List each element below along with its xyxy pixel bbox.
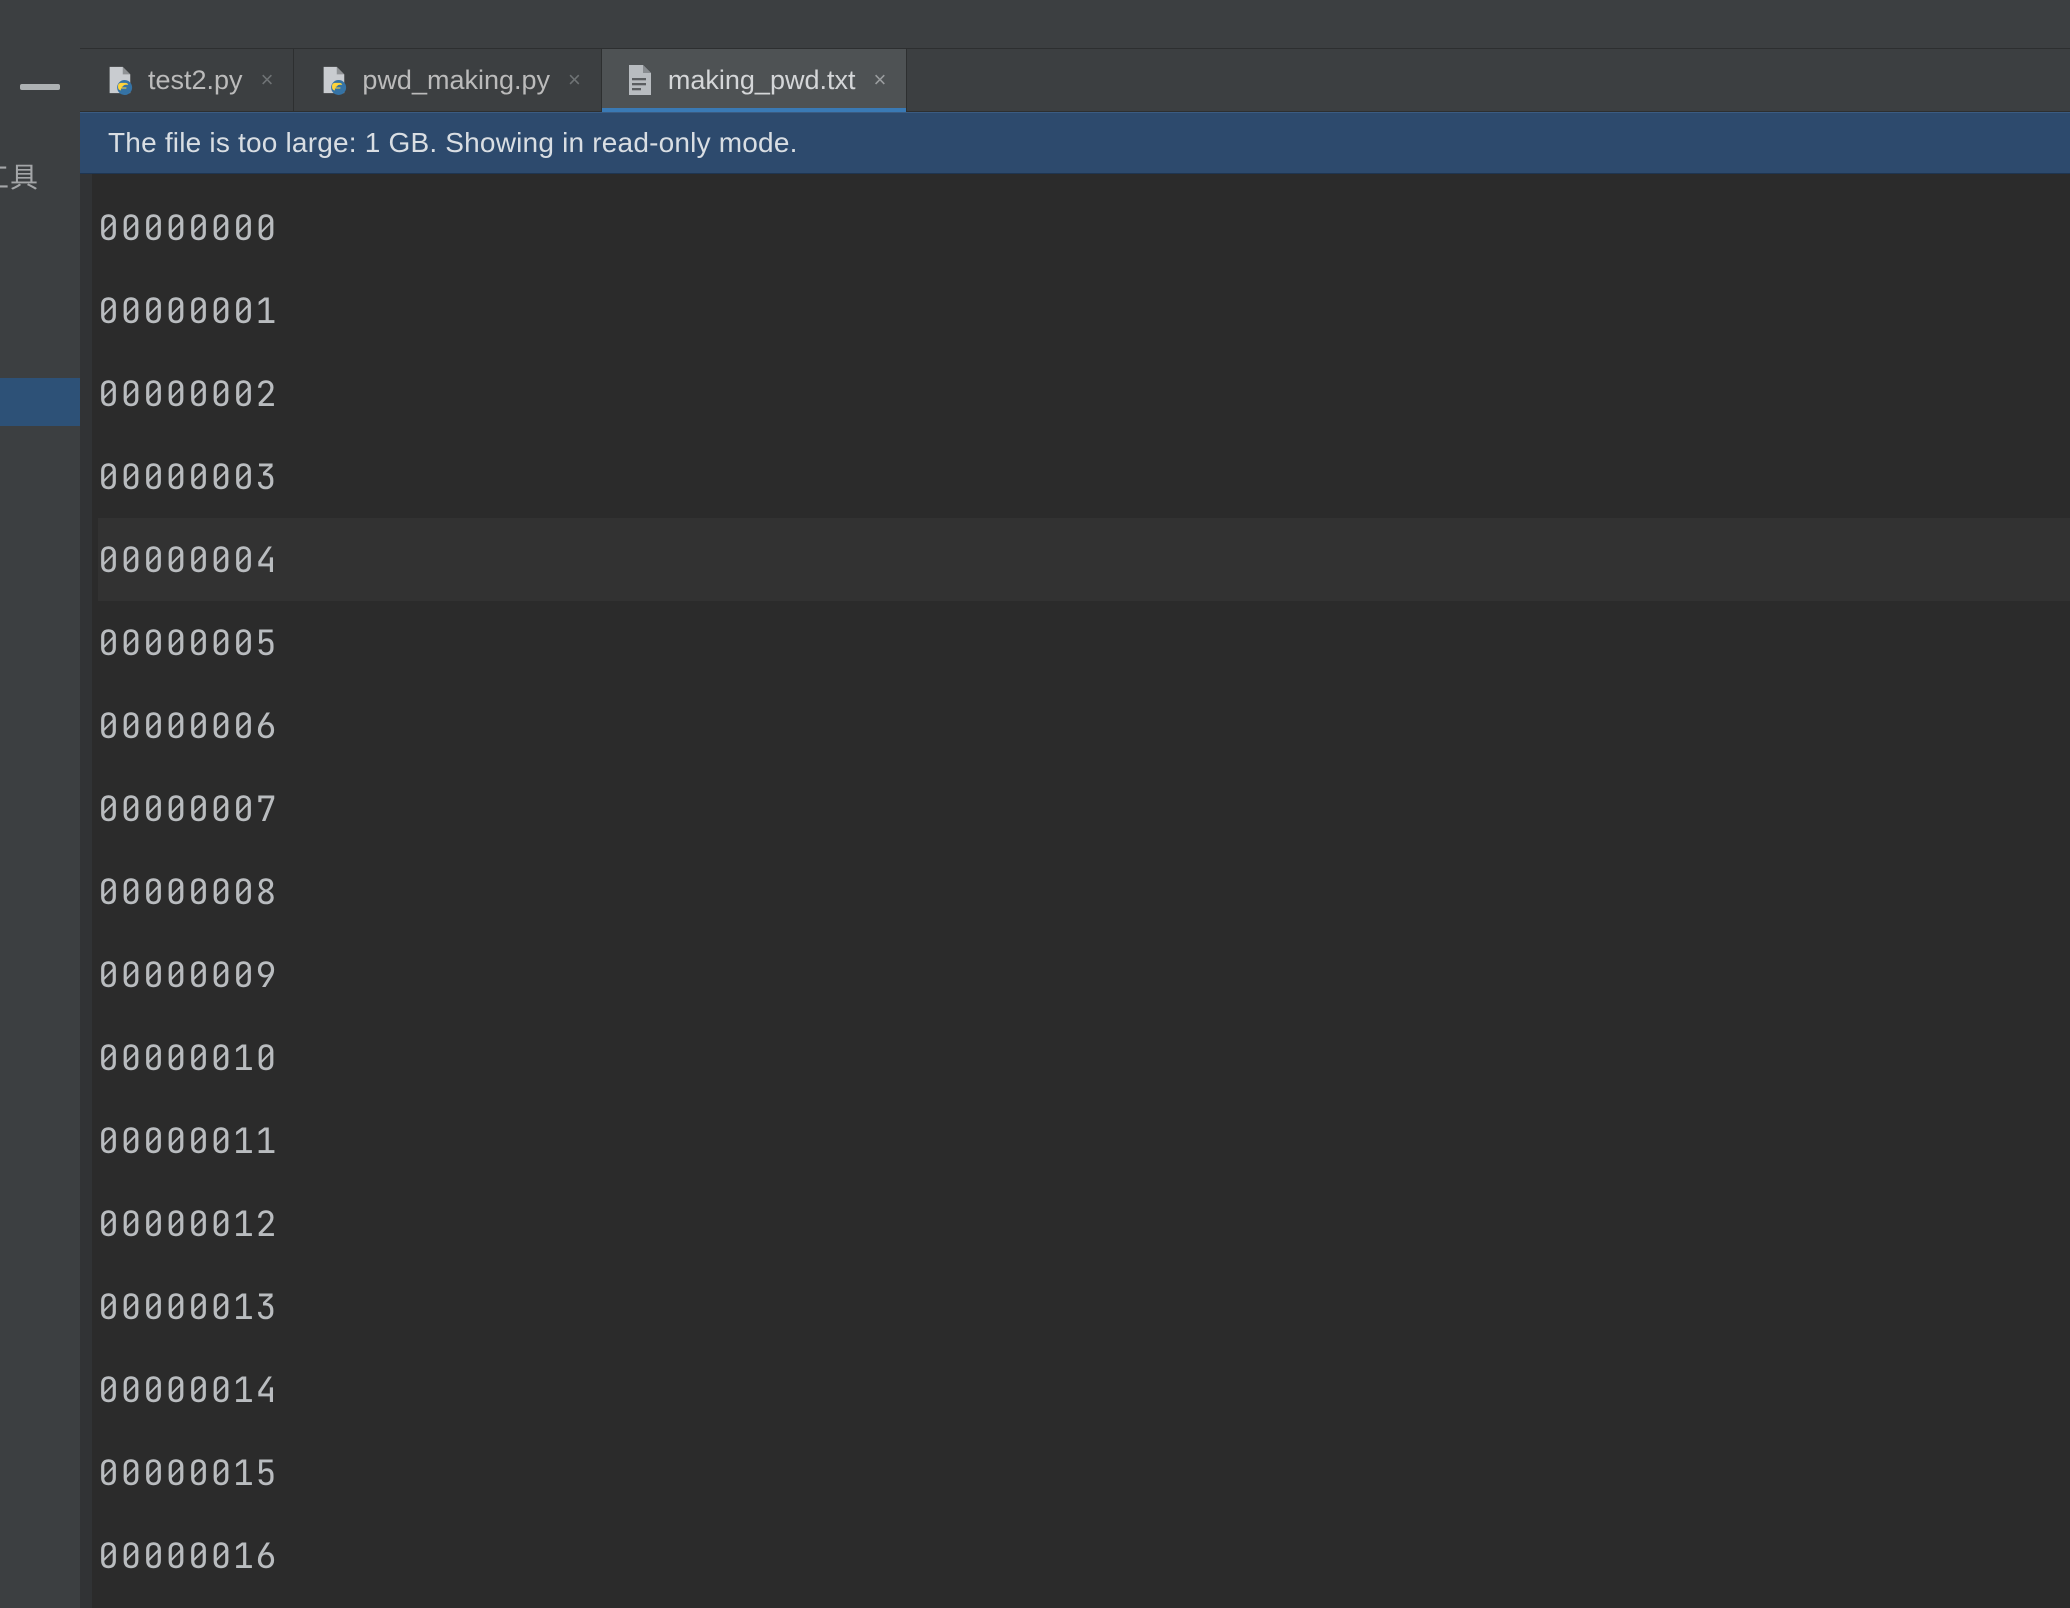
tab-label: pwd_making.py [362,65,550,96]
python-file-icon [318,65,348,95]
editor-lines: 0000000000000001000000020000000300000004… [98,186,2070,1608]
editor-line[interactable]: 00000002 [98,352,2070,435]
editor-line[interactable]: 00000014 [98,1348,2070,1431]
text-file-icon [626,64,654,96]
tab-label: test2.py [148,65,243,96]
tool-window-label-fragment: 码工具 [0,156,39,196]
tab-making_pwd-txt[interactable]: making_pwd.txt × [602,49,907,111]
gutter-edge [80,174,92,1608]
tab-label: making_pwd.txt [668,65,856,96]
close-icon[interactable]: × [261,69,274,91]
tool-window-strip: 码工具 [0,0,80,1608]
editor-line[interactable]: 00000015 [98,1431,2070,1514]
collapse-icon[interactable] [20,84,60,90]
large-file-banner: The file is too large: 1 GB. Showing in … [80,112,2070,174]
editor-line[interactable]: 00000003 [98,435,2070,518]
app-root: 码工具 test2.py×pwd_making.py×making_pwd.tx… [0,0,2070,1608]
toolbar-gap [80,0,2070,49]
editor-line[interactable]: 00000000 [98,186,2070,269]
banner-message: The file is too large: 1 GB. Showing in … [108,127,798,158]
editor-line[interactable]: 00000005 [98,601,2070,684]
tab-pwd_making-py[interactable]: pwd_making.py × [294,49,601,111]
editor-tab-strip: test2.py × pwd_making.py × making_pwd.txt × [80,49,2070,112]
editor-line[interactable]: 00000012 [98,1182,2070,1265]
editor-line[interactable]: 00000008 [98,850,2070,933]
main-area: test2.py × pwd_making.py × making_pwd.txt × T… [80,0,2070,1608]
python-file-icon [104,65,134,95]
editor-line[interactable]: 00000016 [98,1514,2070,1597]
editor-line[interactable]: 00000004 [98,518,2070,601]
close-icon[interactable]: × [873,69,886,91]
editor-line[interactable]: 00000001 [98,269,2070,352]
editor-line[interactable]: 00000011 [98,1099,2070,1182]
tool-window-selected-row[interactable] [0,378,80,426]
editor-line[interactable]: 00000010 [98,1016,2070,1099]
editor-line[interactable]: 00000013 [98,1265,2070,1348]
editor-line[interactable]: 00000009 [98,933,2070,1016]
tab-test2-py[interactable]: test2.py × [80,49,294,111]
editor-pane[interactable]: 0000000000000001000000020000000300000004… [80,174,2070,1608]
close-icon[interactable]: × [568,69,581,91]
editor-line[interactable]: 00000006 [98,684,2070,767]
editor-line[interactable]: 00000007 [98,767,2070,850]
